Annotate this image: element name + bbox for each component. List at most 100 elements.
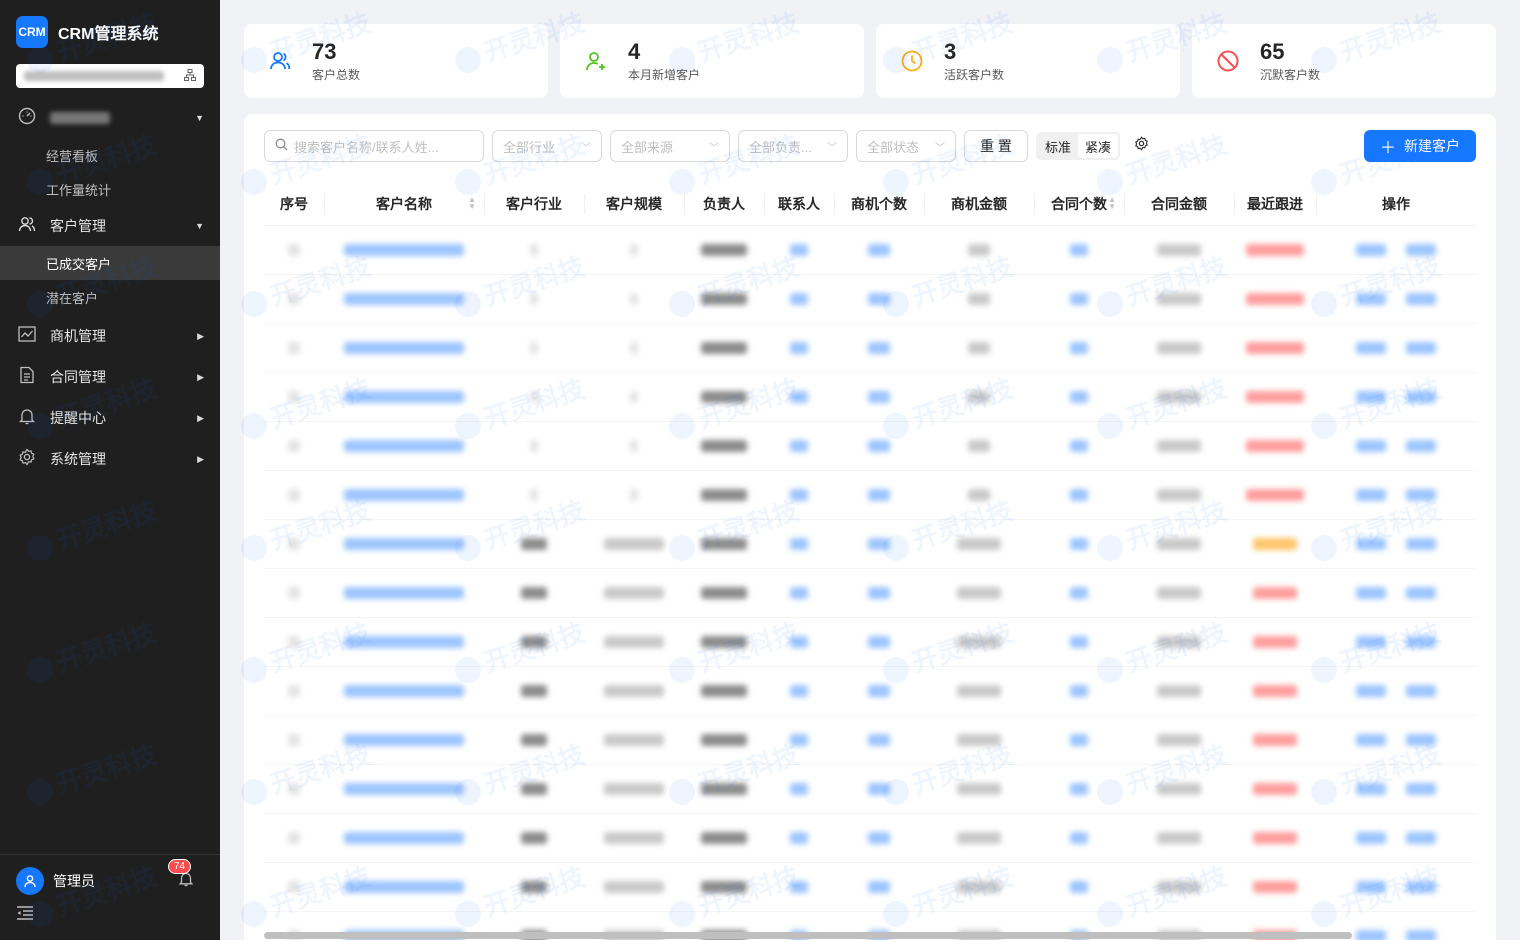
menu-reminder-center[interactable]: 提醒中心 ▶: [0, 398, 220, 438]
menu-system-management[interactable]: 系统管理 ▶: [0, 439, 220, 479]
action-link-redacted[interactable]: [1356, 244, 1386, 256]
user-profile[interactable]: 管理员 74: [0, 855, 220, 895]
submenu-workload-stats[interactable]: 工作量统计: [0, 172, 220, 206]
action-link-redacted[interactable]: [1406, 440, 1436, 452]
table-cell[interactable]: [1316, 863, 1476, 912]
table-cell[interactable]: [324, 618, 484, 667]
table-row[interactable]: [264, 667, 1476, 716]
table-cell[interactable]: [1316, 520, 1476, 569]
action-link-redacted[interactable]: [1356, 685, 1386, 697]
industry-filter[interactable]: 全部行业 ﹀: [492, 130, 602, 162]
table-cell[interactable]: [1316, 422, 1476, 471]
action-link-redacted[interactable]: [1406, 734, 1436, 746]
submenu-business-board[interactable]: 经营看板: [0, 138, 220, 172]
table-row[interactable]: [264, 471, 1476, 520]
action-link-redacted[interactable]: [1406, 538, 1436, 550]
action-link-redacted[interactable]: [1356, 881, 1386, 893]
action-link-redacted[interactable]: [1406, 293, 1436, 305]
menu-dashboard[interactable]: ▼: [0, 98, 220, 138]
table-row[interactable]: [264, 520, 1476, 569]
table-row[interactable]: [264, 422, 1476, 471]
menu-contract-management[interactable]: 合同管理 ▶: [0, 357, 220, 397]
table-cell[interactable]: [324, 716, 484, 765]
table-cell[interactable]: [1316, 569, 1476, 618]
notification-button[interactable]: 74: [168, 858, 194, 892]
submenu-potential-customers[interactable]: 潜在客户: [0, 280, 220, 314]
table-cell[interactable]: [324, 422, 484, 471]
table-cell[interactable]: [324, 765, 484, 814]
menu-customer-management[interactable]: 客户管理 ▼: [0, 206, 220, 246]
table-cell[interactable]: [1316, 765, 1476, 814]
table-cell[interactable]: [324, 814, 484, 863]
action-link-redacted[interactable]: [1406, 636, 1436, 648]
action-link-redacted[interactable]: [1356, 440, 1386, 452]
table-cell[interactable]: [324, 324, 484, 373]
density-standard[interactable]: 标准: [1038, 134, 1078, 158]
table-row[interactable]: [264, 863, 1476, 912]
table-row[interactable]: [264, 226, 1476, 275]
create-customer-button[interactable]: ＋ 新建客户: [1363, 130, 1476, 162]
table-row[interactable]: [264, 618, 1476, 667]
table-row[interactable]: [264, 814, 1476, 863]
action-link-redacted[interactable]: [1356, 832, 1386, 844]
action-link-redacted[interactable]: [1406, 832, 1436, 844]
action-link-redacted[interactable]: [1356, 734, 1386, 746]
action-link-redacted[interactable]: [1406, 587, 1436, 599]
action-link-redacted[interactable]: [1356, 342, 1386, 354]
col-customer-name[interactable]: 客户名称 ▲ ▼: [324, 182, 484, 226]
action-link-redacted[interactable]: [1356, 293, 1386, 305]
table-row[interactable]: [264, 324, 1476, 373]
table-cell[interactable]: [324, 373, 484, 422]
table-cell[interactable]: [324, 667, 484, 716]
action-link-redacted[interactable]: [1356, 391, 1386, 403]
reset-button[interactable]: 重 置: [964, 130, 1028, 162]
table-cell[interactable]: [324, 520, 484, 569]
table-cell[interactable]: [1316, 814, 1476, 863]
action-link-redacted[interactable]: [1406, 685, 1436, 697]
table-cell[interactable]: [1316, 471, 1476, 520]
search-input[interactable]: 搜索客户名称/联系人姓...: [264, 130, 484, 162]
table-cell[interactable]: [1316, 716, 1476, 765]
table-cell[interactable]: [1316, 667, 1476, 716]
action-link-redacted[interactable]: [1406, 391, 1436, 403]
action-link-redacted[interactable]: [1356, 489, 1386, 501]
action-link-redacted[interactable]: [1356, 783, 1386, 795]
owner-filter[interactable]: 全部负责... ﹀: [738, 130, 848, 162]
action-link-redacted[interactable]: [1356, 636, 1386, 648]
table-cell[interactable]: [324, 275, 484, 324]
action-link-redacted[interactable]: [1406, 881, 1436, 893]
table-cell[interactable]: [1316, 618, 1476, 667]
table-cell[interactable]: [1316, 373, 1476, 422]
table-row[interactable]: [264, 569, 1476, 618]
tenant-selector[interactable]: [16, 64, 204, 88]
source-filter[interactable]: 全部来源 ﹀: [610, 130, 730, 162]
status-filter[interactable]: 全部状态 ﹀: [856, 130, 956, 162]
table-cell: [264, 324, 324, 373]
table-row[interactable]: [264, 765, 1476, 814]
table-row[interactable]: [264, 716, 1476, 765]
density-compact[interactable]: 紧凑: [1078, 134, 1119, 158]
menu-opportunity-management[interactable]: 商机管理 ▶: [0, 316, 220, 356]
action-link-redacted[interactable]: [1406, 244, 1436, 256]
action-link-redacted[interactable]: [1406, 489, 1436, 501]
table-cell[interactable]: [1316, 275, 1476, 324]
col-contract-count[interactable]: 合同个数 ▲ ▼: [1034, 182, 1124, 226]
action-link-redacted[interactable]: [1356, 587, 1386, 599]
table-cell[interactable]: [324, 569, 484, 618]
action-link-redacted[interactable]: [1406, 930, 1436, 940]
submenu-closed-customers[interactable]: 已成交客户: [0, 246, 220, 280]
table-cell[interactable]: [324, 471, 484, 520]
action-link-redacted[interactable]: [1406, 342, 1436, 354]
action-link-redacted[interactable]: [1356, 538, 1386, 550]
table-cell[interactable]: [324, 226, 484, 275]
table-cell[interactable]: [1316, 226, 1476, 275]
table-row[interactable]: [264, 275, 1476, 324]
table-cell[interactable]: [1316, 324, 1476, 373]
action-link-redacted[interactable]: [1356, 930, 1386, 940]
horizontal-scrollbar[interactable]: [264, 932, 1352, 939]
column-settings-button[interactable]: [1134, 136, 1149, 156]
action-link-redacted[interactable]: [1406, 783, 1436, 795]
table-row[interactable]: [264, 373, 1476, 422]
table-cell[interactable]: [324, 863, 484, 912]
collapse-sidebar-button[interactable]: [16, 905, 34, 926]
